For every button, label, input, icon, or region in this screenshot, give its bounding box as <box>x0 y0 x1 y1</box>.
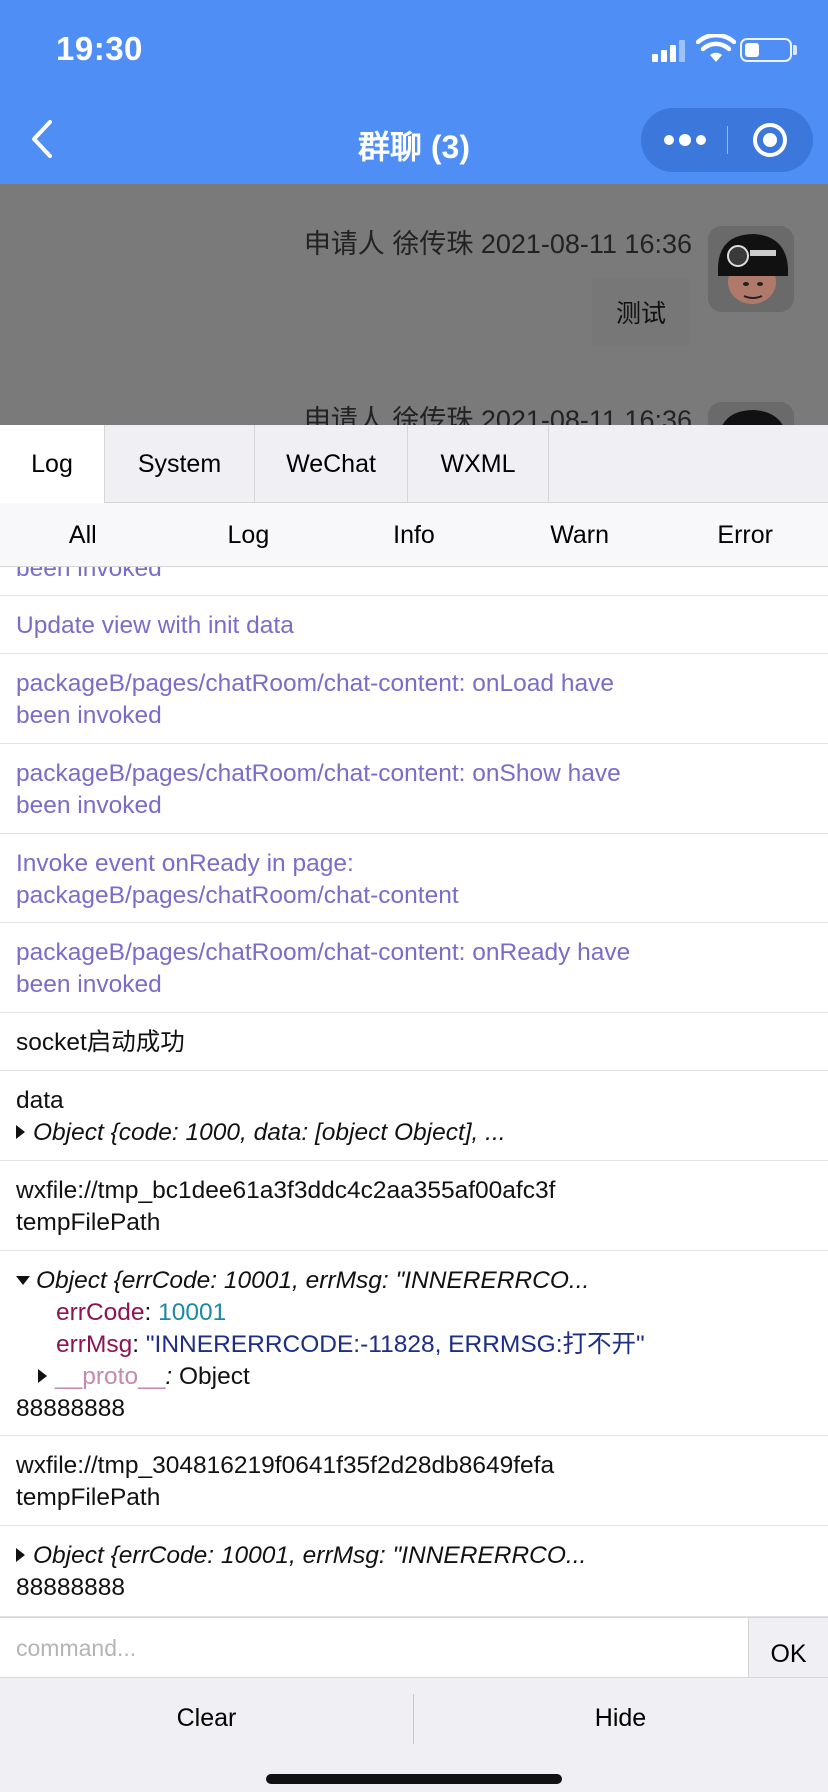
hide-button[interactable]: Hide <box>414 1678 827 1758</box>
command-input[interactable] <box>0 1618 748 1678</box>
mini-program-capsule <box>641 108 813 172</box>
home-indicator <box>266 1774 562 1784</box>
object-expander[interactable]: Object {errCode: 10001, errMsg: "INNERER… <box>16 1265 812 1297</box>
tab-system[interactable]: System <box>105 425 255 503</box>
object-property: errCode: 10001 <box>56 1299 227 1326</box>
vconsole-panel: Log System WeChat WXML All Log Info Warn… <box>0 425 828 1792</box>
log-level-filters: All Log Info Warn Error <box>0 503 828 567</box>
more-menu-button[interactable] <box>641 108 727 172</box>
status-time: 19:30 <box>56 30 143 67</box>
console-bottom-bar: Clear Hide <box>0 1677 828 1792</box>
filter-log[interactable]: Log <box>166 503 332 567</box>
cellular-signal-icon <box>652 40 688 62</box>
log-entry: Update view with init data <box>0 596 828 654</box>
battery-icon <box>740 38 792 62</box>
message-bubble[interactable]: 测试 <box>591 278 690 346</box>
filter-all[interactable]: All <box>0 503 166 567</box>
avatar[interactable] <box>708 226 794 312</box>
log-entry: packageB/pages/chatRoom/chat-content: on… <box>0 654 828 744</box>
tab-wechat[interactable]: WeChat <box>255 425 408 503</box>
object-property: errMsg: "INNERERRCODE:-11828, ERRMSG:打不开… <box>56 1331 645 1358</box>
tab-wxml[interactable]: WXML <box>408 425 549 503</box>
wifi-icon <box>696 34 736 62</box>
log-entry: data Object {code: 1000, data: [object O… <box>0 1071 828 1161</box>
log-entry: Object {errCode: 10001, errMsg: "INNERER… <box>0 1526 828 1617</box>
nav-header: 19:30 群聊 (3) <box>0 0 828 184</box>
filter-error[interactable]: Error <box>662 503 828 567</box>
log-entry: wxfile://tmp_304816219f0641f35f2d28db864… <box>0 1436 828 1526</box>
object-expander[interactable]: Object {errCode: 10001, errMsg: "INNERER… <box>16 1540 812 1572</box>
tab-log[interactable]: Log <box>0 425 105 503</box>
battery-tip <box>793 45 797 55</box>
ok-button[interactable]: OK <box>748 1618 828 1678</box>
caret-down-icon <box>16 1276 30 1285</box>
object-expander[interactable]: Object {code: 1000, data: [object Object… <box>16 1117 812 1149</box>
clear-button[interactable]: Clear <box>0 1678 413 1758</box>
avatar-image <box>708 226 794 312</box>
caret-right-icon <box>16 1548 25 1562</box>
console-tabs: Log System WeChat WXML <box>0 425 828 503</box>
log-entry: been invoked <box>0 567 828 596</box>
chat-area: 申请人 徐传珠 2021-08-11 16:36 测试 申请人 徐传珠 2021… <box>0 184 828 425</box>
log-entry: Object {errCode: 10001, errMsg: "INNERER… <box>0 1251 828 1436</box>
log-list[interactable]: been invoked Update view with init data … <box>0 567 828 1617</box>
filter-warn[interactable]: Warn <box>497 503 663 567</box>
command-bar: OK <box>0 1617 828 1678</box>
filter-info[interactable]: Info <box>331 503 497 567</box>
caret-right-icon <box>38 1369 47 1383</box>
proto-expander[interactable]: __proto__: Object <box>16 1361 812 1393</box>
avatar-image <box>708 402 794 425</box>
avatar[interactable] <box>708 402 794 425</box>
log-entry: packageB/pages/chatRoom/chat-content: on… <box>0 744 828 834</box>
message-meta: 申请人 徐传珠 2021-08-11 16:36 <box>303 405 692 425</box>
close-mini-program-button[interactable] <box>727 108 813 172</box>
caret-right-icon <box>16 1125 25 1139</box>
log-entry: socket启动成功 <box>0 1013 828 1071</box>
log-entry: packageB/pages/chatRoom/chat-content: on… <box>0 923 828 1013</box>
log-entry: wxfile://tmp_bc1dee61a3f3ddc4c2aa355af00… <box>0 1161 828 1251</box>
log-entry: Invoke event onReady in page: packageB/p… <box>0 834 828 923</box>
message-meta: 申请人 徐传珠 2021-08-11 16:36 <box>303 229 692 259</box>
